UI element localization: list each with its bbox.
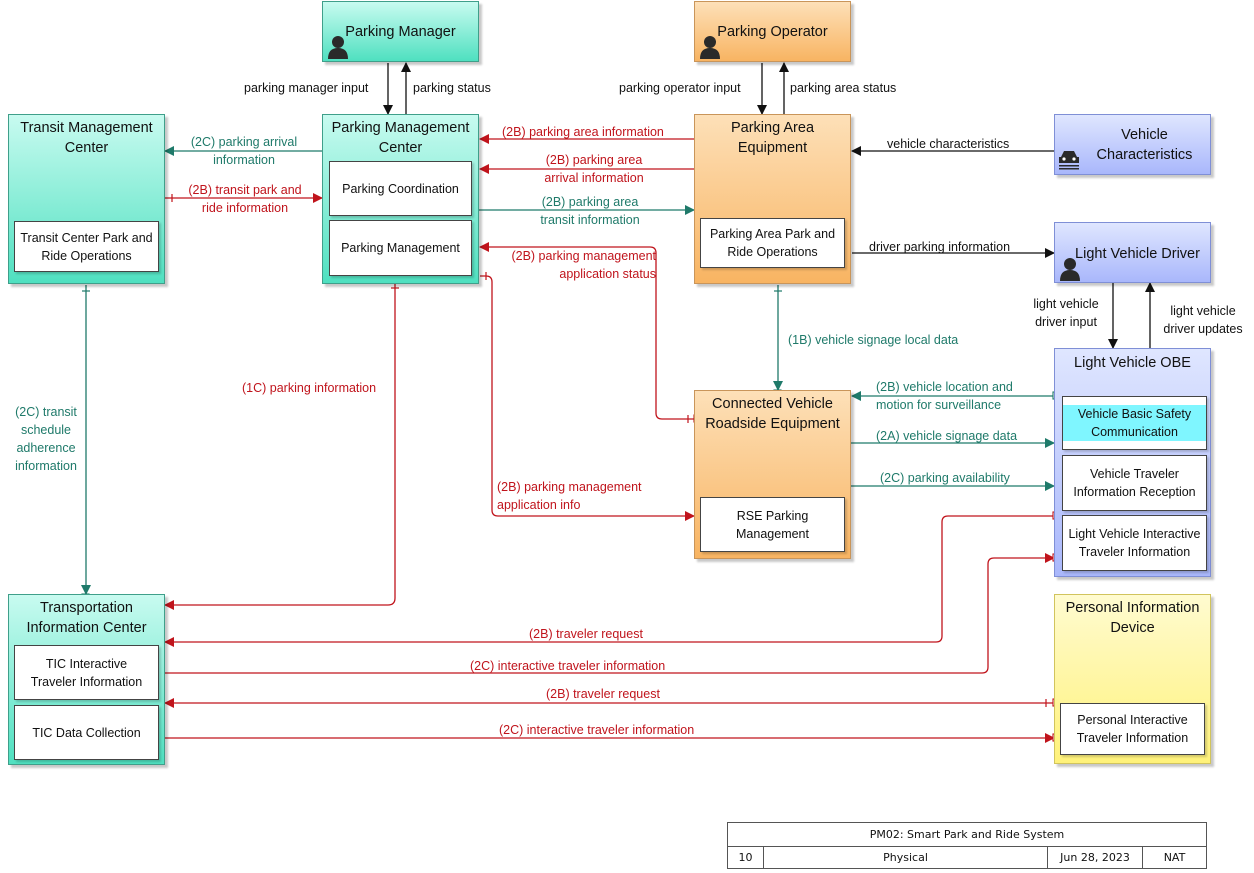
label-parking-area-arrival-information: (2B) parking area arrival information [544, 153, 644, 185]
label-parking-manager-input: parking manager input [244, 81, 369, 95]
label-traveler-request-pid: (2B) traveler request [546, 687, 660, 701]
light-vehicle-obe-title: Light Vehicle OBE [1074, 355, 1191, 371]
transit-management-center-node[interactable]: Transit Management Center Transit Center… [8, 114, 165, 284]
tic-data-collection[interactable]: TIC Data Collection [14, 705, 159, 760]
label-parking-management-application-info: (2B) parking management application info [497, 480, 642, 512]
vehicle-characteristics-title: Vehicle Characteristics [1096, 127, 1193, 163]
vehicle-basic-safety-communication-label: Vehicle Basic Safety Communication [1063, 405, 1206, 441]
label-transit-park-and-ride-information: (2B) transit park and ride information [188, 183, 302, 215]
label-driver-parking-information: driver parking information [869, 240, 1011, 254]
parking-area-equipment-node[interactable]: Parking Area Equipment Parking Area Park… [694, 114, 851, 284]
connected-vehicle-roadside-equipment-node[interactable]: Connected Vehicle Roadside Equipment RSE… [694, 390, 851, 559]
label-parking-information: (1C) parking information [242, 381, 377, 395]
person-icon [328, 36, 348, 59]
label-parking-status: parking status [413, 81, 491, 95]
personal-information-device-node[interactable]: Personal Information Device Personal Int… [1054, 594, 1211, 764]
rse-parking-management[interactable]: RSE Parking Management [700, 497, 845, 552]
label-traveler-request-obe: (2B) traveler request [529, 627, 643, 641]
vehicle-basic-safety-communication[interactable]: Vehicle Basic Safety Communication [1062, 396, 1207, 450]
transportation-information-center-title: Transportation Information Center [26, 600, 147, 636]
label-transit-schedule-adherence-information: (2C) transit schedule adherence informat… [15, 405, 77, 473]
parking-area-equipment-title: Parking Area Equipment [730, 120, 815, 156]
light-vehicle-driver-title: Light Vehicle Driver [1075, 246, 1200, 262]
parking-management-center-node[interactable]: Parking Management Center Parking Coordi… [322, 114, 479, 284]
label-interactive-traveler-information-pid: (2C) interactive traveler information [499, 723, 695, 737]
label-vehicle-characteristics: vehicle characteristics [887, 137, 1010, 151]
label-vehicle-signage-data: (2A) vehicle signage data [876, 429, 1018, 443]
light-vehicle-obe-node[interactable]: Light Vehicle OBE Vehicle Basic Safety C… [1054, 348, 1211, 577]
diagram-title: PM02: Smart Park and Ride System [728, 823, 1206, 847]
flow-parking-information [164, 278, 396, 610]
connected-vehicle-roadside-equipment-title: Connected Vehicle Roadside Equipment [705, 396, 840, 432]
label-parking-area-status: parking area status [790, 81, 897, 95]
person-icon [1060, 258, 1080, 281]
flow-traveler-request-obe [164, 515, 1057, 647]
personal-interactive-traveler-information[interactable]: Personal Interactive Traveler Informatio… [1060, 703, 1205, 755]
diagram-date: Jun 28, 2023 [1048, 846, 1143, 869]
page-number: 10 [728, 846, 764, 869]
label-light-vehicle-driver-updates: light vehicle driver updates [1163, 304, 1243, 336]
label-parking-availability: (2C) parking availability [880, 471, 1010, 485]
label-vehicle-location-and-motion: (2B) vehicle location and motion for sur… [876, 380, 1013, 412]
parking-manager-node[interactable]: Parking Manager [322, 1, 479, 62]
label-parking-management-application-status: (2B) parking management application stat… [511, 249, 656, 281]
light-vehicle-driver-node[interactable]: Light Vehicle Driver [1054, 222, 1211, 283]
parking-management-center-title: Parking Management Center [331, 120, 470, 156]
transit-management-center-title: Transit Management Center [20, 120, 153, 156]
flow-interactive-traveler-information-obe [165, 553, 1055, 674]
label-interactive-traveler-information-obe: (2C) interactive traveler information [470, 659, 666, 673]
label-light-vehicle-driver-input: light vehicle driver input [1033, 297, 1099, 329]
label-parking-operator-input: parking operator input [619, 81, 741, 95]
view-name: Physical [764, 846, 1048, 869]
transit-center-park-and-ride-operations[interactable]: Transit Center Park and Ride Operations [14, 221, 159, 272]
light-vehicle-interactive-traveler-information[interactable]: Light Vehicle Interactive Traveler Infor… [1062, 515, 1207, 571]
vehicle-characteristics-node[interactable]: Vehicle Characteristics [1054, 114, 1211, 175]
parking-management[interactable]: Parking Management [329, 220, 472, 276]
label-parking-arrival-information: (2C) parking arrival information [190, 135, 298, 167]
diagram-author: NAT [1163, 851, 1186, 864]
parking-area-park-and-ride-operations[interactable]: Parking Area Park and Ride Operations [700, 218, 845, 268]
tic-interactive-traveler-information[interactable]: TIC Interactive Traveler Information [14, 645, 159, 700]
car-icon [1059, 151, 1079, 170]
label-parking-area-information: (2B) parking area information [502, 125, 664, 139]
title-block: PM02: Smart Park and Ride System 10 Phys… [727, 822, 1207, 869]
parking-operator-node[interactable]: Parking Operator [694, 1, 851, 62]
label-parking-area-transit-information: (2B) parking area transit information [540, 195, 640, 227]
parking-coordination[interactable]: Parking Coordination [329, 161, 472, 216]
transportation-information-center-node[interactable]: Transportation Information Center TIC In… [8, 594, 165, 765]
label-vehicle-signage-local-data: (1B) vehicle signage local data [788, 333, 959, 347]
person-icon [700, 36, 720, 59]
personal-information-device-title: Personal Information Device [1065, 600, 1200, 636]
vehicle-traveler-information-reception[interactable]: Vehicle Traveler Information Reception [1062, 455, 1207, 511]
